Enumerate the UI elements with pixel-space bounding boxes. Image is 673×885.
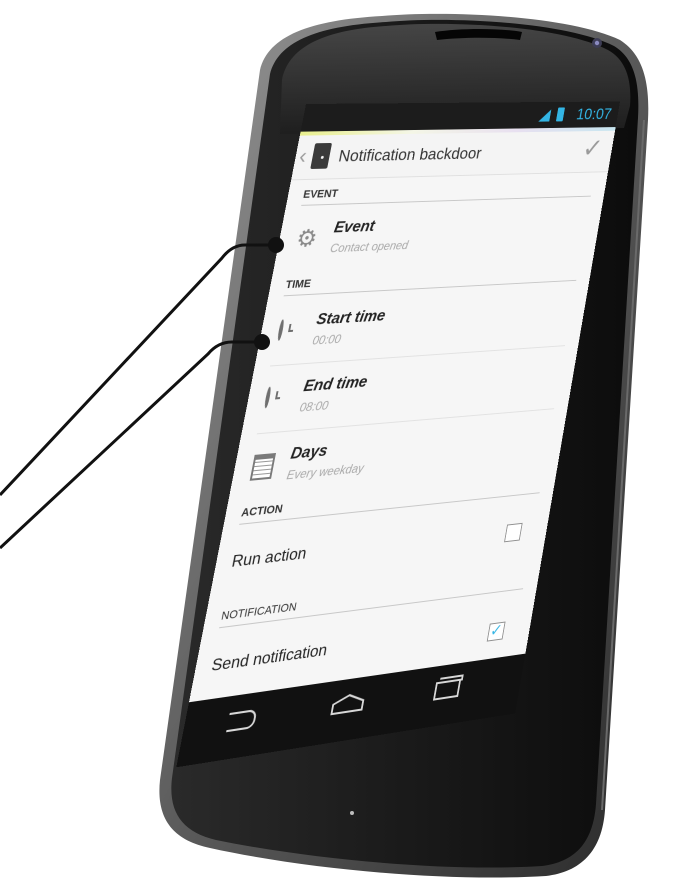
run-action-label: Run action	[230, 544, 308, 572]
chevron-left-icon[interactable]: ‹	[297, 143, 309, 169]
action-bar: ‹ Notification backdoor ✓	[291, 130, 616, 181]
calendar-icon	[249, 452, 277, 481]
page-title: Notification backdoor	[337, 144, 483, 166]
item-subtitle: Every weekday	[285, 460, 366, 483]
battery-icon	[555, 107, 566, 122]
clock-icon	[263, 386, 272, 409]
status-clock: 10:07	[575, 105, 613, 124]
item-subtitle: Contact opened	[329, 238, 410, 256]
back-icon[interactable]	[226, 708, 258, 733]
app-icon[interactable]	[310, 142, 333, 170]
item-subtitle: 00:00	[311, 331, 343, 348]
send-notification-label: Send notification	[209, 641, 329, 676]
run-action-checkbox[interactable]	[504, 522, 523, 543]
item-title: Days	[289, 442, 329, 463]
clock-icon	[276, 319, 285, 341]
recents-icon[interactable]	[432, 678, 462, 701]
signal-icon	[538, 109, 552, 122]
send-notification-checkbox[interactable]: ✓	[486, 621, 506, 642]
check-icon[interactable]: ✓	[580, 133, 605, 164]
list-item-event[interactable]: ⚙ Event Contact opened	[273, 199, 604, 274]
item-subtitle: 08:00	[298, 398, 330, 415]
gear-icon: ⚙	[293, 225, 320, 253]
item-title: Start time	[315, 307, 387, 329]
item-title: End time	[302, 373, 369, 396]
product-mockup: 10:07 ‹ Notification backdoor ✓ EVENT ⚙ …	[0, 0, 673, 885]
item-title: Event	[332, 218, 377, 237]
home-icon[interactable]	[329, 691, 367, 717]
